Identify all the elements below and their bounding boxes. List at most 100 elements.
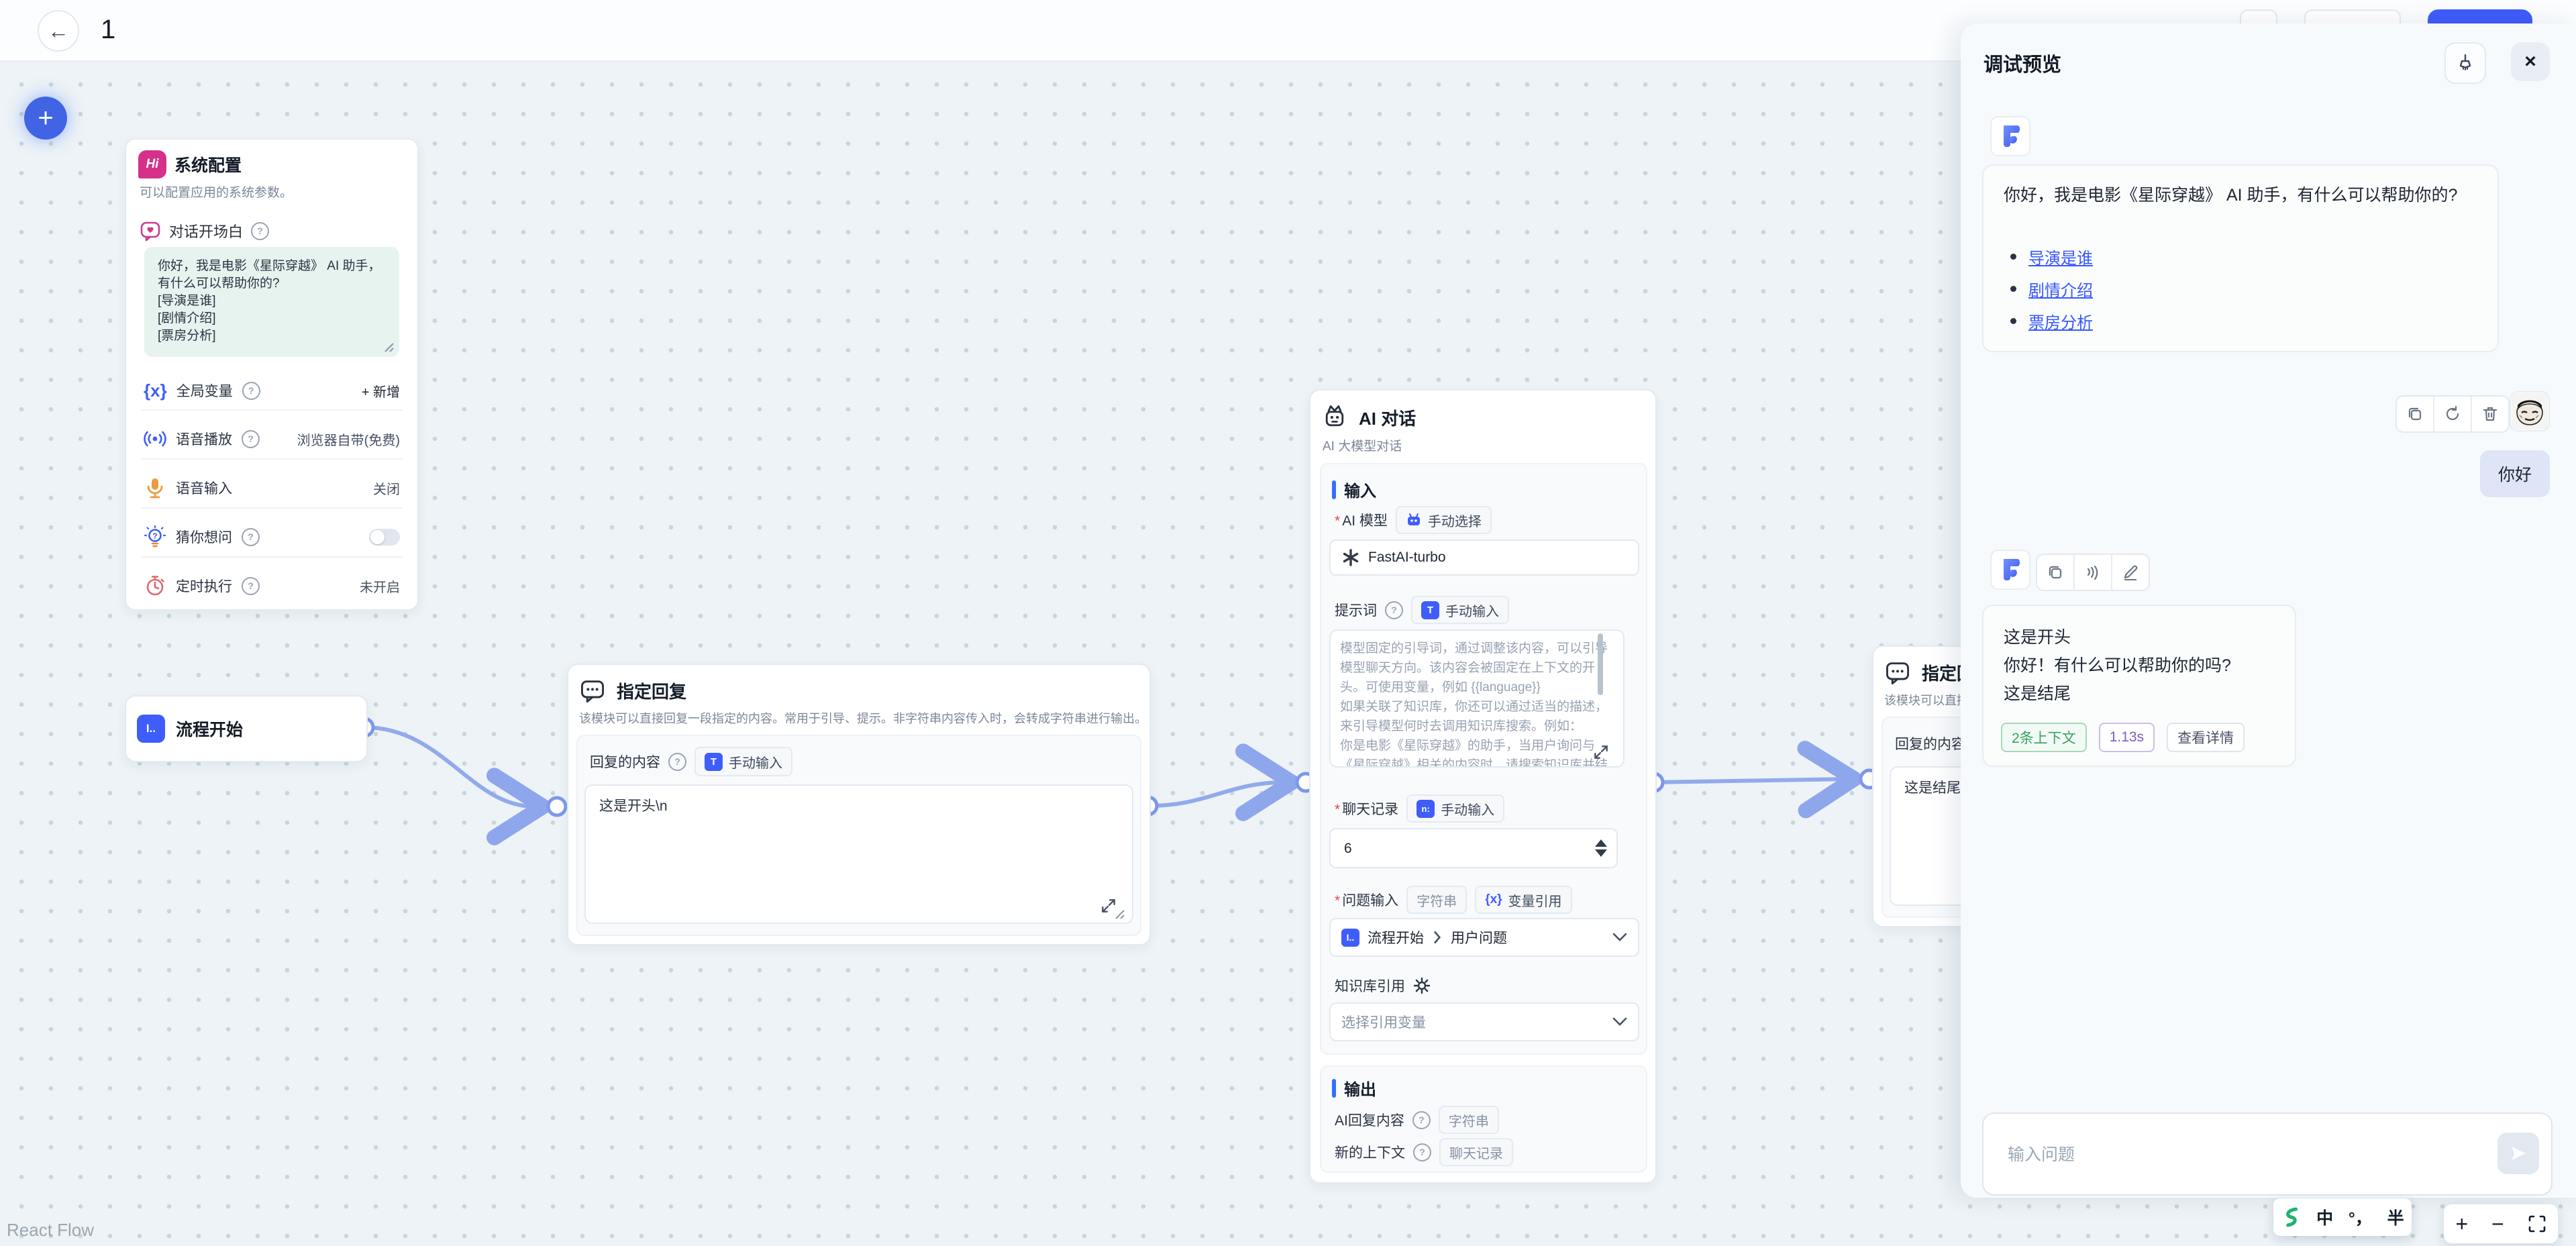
chat-input-container — [1982, 1112, 2553, 1196]
prompt-label: 提示词 — [1335, 600, 1377, 620]
config-label: 猜你想问 — [176, 527, 232, 547]
clear-chat-button[interactable] — [2444, 42, 2486, 84]
manual-input-tag[interactable]: T手动输入 — [694, 747, 792, 776]
fastgpt-logo-icon — [1996, 121, 2025, 151]
fit-view-icon[interactable] — [2528, 1214, 2546, 1233]
node-reply-start[interactable]: 指定回复 该模块可以直接回复一段指定的内容。常用于引导、提示。非字符串内容传入时… — [567, 664, 1151, 945]
duration-badge[interactable]: 1.13s — [2099, 723, 2155, 752]
textarea-scrollbar[interactable] — [1598, 633, 1603, 695]
help-icon[interactable]: ? — [1413, 1143, 1431, 1161]
ime-punct-mode[interactable]: °， — [2349, 1205, 2372, 1229]
divider — [141, 507, 403, 509]
copy-button[interactable] — [2397, 397, 2434, 431]
help-icon[interactable]: ? — [1385, 601, 1403, 619]
manual-input-tag[interactable]: n:手动输入 — [1406, 794, 1504, 823]
quick-question-link[interactable]: 票房分析 — [2028, 309, 2093, 333]
divider — [141, 556, 403, 558]
robot-icon — [1406, 512, 1422, 528]
prompt-textarea[interactable]: 模型固定的引导词，通过调整该内容，可以引导模型聊天方向。该内容会被固定在上下文的… — [1329, 629, 1625, 768]
gear-icon[interactable] — [1413, 977, 1431, 994]
divider — [141, 409, 403, 411]
config-row-schedule[interactable]: 定时执行 ? 未开启 — [144, 571, 400, 601]
back-button[interactable]: ← — [38, 10, 79, 52]
config-label: 语音播放 — [176, 429, 232, 449]
help-icon[interactable]: ? — [1412, 1111, 1431, 1129]
config-row-voice-input[interactable]: 语音输入 关闭 — [144, 473, 400, 503]
ime-logo-icon[interactable] — [2281, 1206, 2301, 1229]
expand-icon[interactable] — [1592, 743, 1610, 761]
type-tag: 字符串 — [1439, 1106, 1499, 1134]
help-icon[interactable]: ? — [242, 382, 260, 400]
node-ai-chat[interactable]: AI 对话 AI 大模型对话 输入 AI 模型 手动选择 FastAI-turb… — [1309, 389, 1657, 1184]
voice-icon — [2084, 564, 2102, 581]
read-aloud-button[interactable] — [2075, 555, 2112, 590]
lightbulb-question-icon: ? — [144, 525, 166, 548]
add-variable-button[interactable]: + 新增 — [362, 381, 400, 401]
model-value: FastAI-turbo — [1368, 550, 1446, 566]
welcome-text: 你好，我是电影《星际穿越》 AI 助手，有什么可以帮助你的? — [2004, 183, 2480, 207]
resize-handle-icon[interactable] — [384, 342, 395, 353]
question-source: 流程开始 — [1368, 927, 1424, 947]
ime-width-mode[interactable]: 半 — [2387, 1205, 2404, 1229]
bot-avatar — [1990, 550, 2030, 590]
variables-icon: {x} — [144, 380, 167, 401]
history-value-input[interactable] — [1343, 829, 1567, 868]
react-flow-attribution[interactable]: React Flow — [7, 1220, 94, 1241]
model-select[interactable]: FastAI-turbo — [1329, 539, 1639, 576]
view-detail-button[interactable]: 查看详情 — [2167, 723, 2245, 752]
model-mode-tag[interactable]: 手动选择 — [1396, 506, 1492, 534]
edge-handle[interactable] — [548, 798, 566, 815]
type-tag: 字符串 — [1406, 886, 1467, 914]
quick-question-link[interactable]: 剧情介绍 — [2028, 277, 2093, 301]
plus-icon: + — [38, 103, 53, 134]
help-icon[interactable]: ? — [242, 528, 260, 546]
question-source-select[interactable]: I.. 流程开始 用户问题 — [1329, 918, 1639, 957]
retry-button[interactable] — [2434, 397, 2472, 431]
ime-lang-mode[interactable]: 中 — [2316, 1205, 2333, 1229]
resize-handle-icon[interactable] — [1115, 909, 1125, 920]
help-icon[interactable]: ? — [251, 222, 269, 240]
stepper-down-icon[interactable] — [1595, 849, 1607, 857]
fastgpt-logo-icon — [1996, 555, 2025, 584]
chevron-down-icon — [1612, 933, 1627, 942]
reply-content-label: 回复的内容 — [590, 751, 660, 772]
node-system-config[interactable]: Hi 系统配置 可以配置应用的系统参数。 对话开场白 ? 你好，我是电影《星际穿… — [125, 138, 419, 611]
ai-message-meta-row: 2条上下文 1.13s 查看详情 — [2001, 723, 2245, 752]
config-row-tts[interactable]: 语音播放 ? 浏览器自带(免费) — [144, 424, 400, 454]
question-field: 用户问题 — [1451, 927, 1507, 947]
knowledge-select[interactable]: 选择引用变量 — [1329, 1002, 1639, 1041]
opening-label: 对话开场白 — [169, 220, 243, 242]
suggestions-toggle-off[interactable] — [369, 529, 400, 546]
voice-broadcast-icon — [144, 427, 166, 450]
history-number-input[interactable] — [1329, 828, 1618, 868]
ai-input-card: 输入 AI 模型 手动选择 FastAI-turbo 提示词 ? T手动输入 模… — [1320, 463, 1647, 1055]
send-button[interactable] — [2497, 1133, 2539, 1174]
close-panel-button[interactable]: × — [2511, 42, 2550, 81]
reply-bubble-icon — [579, 677, 606, 704]
close-icon: × — [2524, 50, 2536, 73]
reply-textarea[interactable]: 这是开头\n — [584, 784, 1133, 924]
ime-toolbar: 中 °， 半 — [2273, 1198, 2412, 1236]
node-flow-start[interactable]: I.. 流程开始 — [125, 695, 368, 762]
add-node-button[interactable]: + — [24, 97, 67, 140]
opening-chat-heart-icon — [140, 220, 161, 242]
config-value: 浏览器自带(免费) — [297, 429, 400, 449]
zoom-in-button[interactable]: + — [2455, 1212, 2468, 1237]
quick-question-link[interactable]: 导演是谁 — [2028, 245, 2093, 268]
opening-textarea[interactable]: 你好，我是电影《星际穿越》 AI 助手，有什么可以帮助你的? [导演是谁] [剧… — [144, 247, 399, 357]
chat-input[interactable] — [2006, 1114, 2425, 1196]
stepper-up-icon[interactable] — [1595, 839, 1607, 847]
context-count-badge[interactable]: 2条上下文 — [2001, 723, 2087, 752]
manual-input-tag[interactable]: T手动输入 — [1411, 596, 1509, 624]
copy-button[interactable] — [2037, 555, 2075, 590]
edit-button[interactable] — [2112, 555, 2149, 590]
help-icon[interactable]: ? — [668, 753, 686, 771]
output-section-header: 输出 — [1332, 1076, 1376, 1100]
zoom-out-button[interactable]: − — [2491, 1212, 2504, 1237]
help-icon[interactable]: ? — [242, 577, 260, 595]
delete-button[interactable] — [2472, 397, 2508, 431]
knowledge-placeholder: 选择引用变量 — [1341, 1012, 1426, 1032]
help-icon[interactable]: ? — [242, 430, 260, 448]
variable-ref-tag[interactable]: {x}变量引用 — [1475, 886, 1572, 914]
text-input-icon: T — [705, 753, 723, 771]
